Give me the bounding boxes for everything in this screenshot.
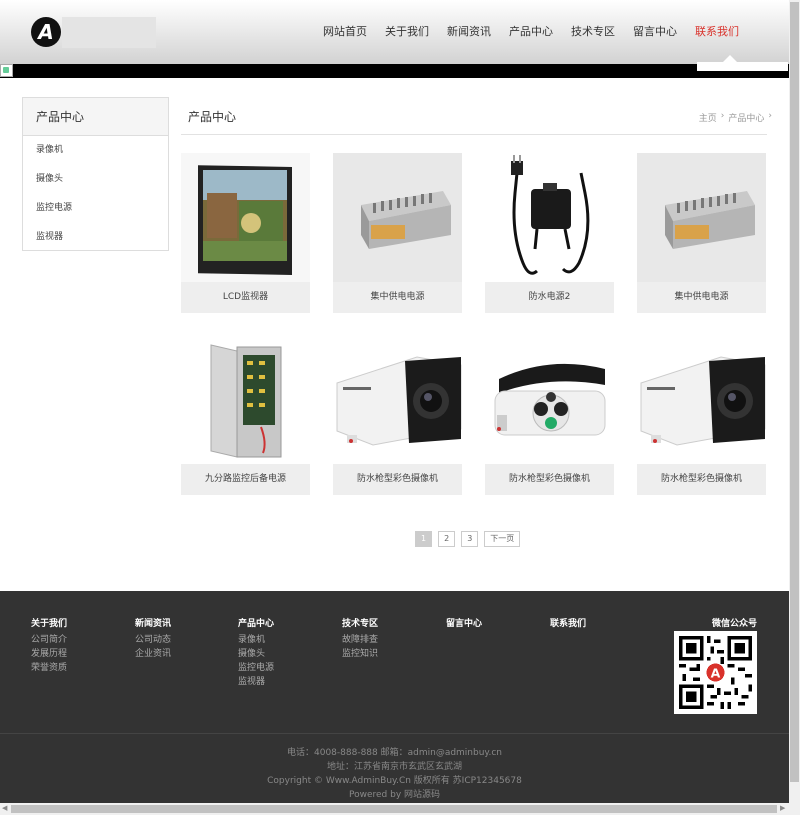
footer-link[interactable]: 监控电源 (238, 661, 274, 675)
scroll-left-icon[interactable]: ◀ (2, 804, 7, 812)
sidebar-item-recorder[interactable]: 录像机 (23, 136, 168, 165)
broken-image-icon (0, 64, 13, 77)
product-name: 九分路监控后备电源 (181, 464, 310, 495)
footer-col-tech: 技术专区 故障排查 监控知识 (342, 616, 378, 661)
vertical-scroll-thumb[interactable] (790, 2, 799, 782)
product-card[interactable]: 九分路监控后备电源 (181, 335, 310, 495)
horizontal-scrollbar[interactable]: ◀ ▶ (0, 803, 800, 815)
wechat-label: 微信公众号 (712, 619, 758, 629)
product-name: 防水枪型彩色摄像机 (637, 464, 766, 495)
product-name: 防水枪型彩色摄像机 (333, 464, 462, 495)
adapter-image (485, 153, 614, 282)
product-card[interactable]: 防水枪型彩色摄像机 (637, 335, 766, 495)
footer-col-title[interactable]: 技术专区 (342, 616, 378, 629)
power-supply-image (333, 153, 462, 282)
page-1-button[interactable]: 1 (415, 531, 433, 547)
bullet-camera-image (637, 335, 766, 464)
horizontal-scroll-thumb[interactable] (11, 805, 777, 813)
footer-col-title[interactable]: 联系我们 (550, 616, 586, 629)
breadcrumb: 主页 › 产品中心 › (699, 111, 772, 124)
sidebar-item-monitor[interactable]: 监视器 (23, 223, 168, 252)
footer-link[interactable]: 企业资讯 (135, 647, 171, 661)
nav-item-news[interactable]: 新闻资讯 (438, 0, 500, 64)
product-card[interactable]: 集中供电电源 (333, 153, 462, 313)
footer-col-title[interactable]: 关于我们 (31, 616, 67, 629)
monitor-image (181, 153, 310, 282)
nav-item-tech[interactable]: 技术专区 (562, 0, 624, 64)
logo-letter: A (38, 20, 54, 44)
main-nav: 网站首页 关于我们 新闻资讯 产品中心 技术专区 留言中心 联系我们 (314, 0, 748, 64)
product-card[interactable]: 集中供电电源 (637, 153, 766, 313)
footer-link[interactable]: 公司简介 (31, 633, 67, 647)
product-name: 防水电源2 (485, 282, 614, 313)
footer-address: 地址：江苏省南京市玄武区玄武湖 (326, 762, 462, 772)
product-name: 防水枪型彩色摄像机 (485, 464, 614, 495)
footer-copyright: Copyright © Www.AdminBuy.Cn 版权所有 苏ICP123… (267, 776, 522, 786)
footer-col-about: 关于我们 公司简介 发展历程 荣誉资质 (31, 616, 67, 675)
breadcrumb-products[interactable]: 产品中心 (728, 111, 764, 124)
chevron-right-icon: › (768, 111, 772, 121)
nav-active-arrow (723, 55, 737, 62)
sidebar-item-power[interactable]: 监控电源 (23, 194, 168, 223)
footer-link[interactable]: 监视器 (238, 675, 274, 689)
product-name: 集中供电电源 (333, 282, 462, 313)
product-card[interactable]: LCD监视器 (181, 153, 310, 313)
qr-logo-letter: A (711, 665, 721, 680)
chevron-right-icon: › (720, 111, 725, 121)
nav-item-products[interactable]: 产品中心 (500, 0, 562, 64)
power-supply-image (637, 153, 766, 282)
product-name: LCD监视器 (181, 282, 310, 313)
nav-item-home[interactable]: 网站首页 (314, 0, 376, 64)
product-card[interactable]: 防水枪型彩色摄像机 (485, 335, 614, 495)
ir-bullet-camera-image (485, 335, 614, 464)
footer-link[interactable]: 录像机 (238, 633, 274, 647)
nav-active-tab (697, 62, 788, 71)
footer-col-title[interactable]: 新闻资讯 (135, 616, 171, 629)
sidebar-title: 产品中心 (23, 98, 168, 136)
footer-col-news: 新闻资讯 公司动态 企业资讯 (135, 616, 171, 661)
breadcrumb-home[interactable]: 主页 (699, 111, 717, 124)
site-header: A 网站首页 关于我们 新闻资讯 产品中心 技术专区 留言中心 联系我们 (0, 0, 789, 64)
footer-divider (0, 733, 789, 734)
cabinet-image (181, 335, 310, 464)
footer-link[interactable]: 发展历程 (31, 647, 67, 661)
footer-contact: 电话：4008-888-888 邮箱：admin@adminbuy.cn (287, 748, 502, 758)
pagination: 1 2 3 下一页 (415, 531, 521, 547)
nav-item-message[interactable]: 留言中心 (624, 0, 686, 64)
footer-col-contact: 联系我们 (550, 616, 586, 633)
footer-link[interactable]: 监控知识 (342, 647, 378, 661)
footer-col-message: 留言中心 (446, 616, 482, 633)
footer-link[interactable]: 摄像头 (238, 647, 274, 661)
footer-col-title[interactable]: 留言中心 (446, 616, 482, 629)
page-3-button[interactable]: 3 (461, 531, 479, 547)
sidebar-item-camera[interactable]: 摄像头 (23, 165, 168, 194)
footer-col-products: 产品中心 录像机 摄像头 监控电源 监视器 (238, 616, 274, 689)
logo-icon[interactable]: A (31, 17, 61, 47)
vertical-scrollbar[interactable] (789, 0, 800, 803)
product-card[interactable]: 防水电源2 (485, 153, 614, 313)
nav-item-contact[interactable]: 联系我们 (686, 0, 748, 64)
logo-name-placeholder (62, 17, 156, 48)
footer-link[interactable]: 荣誉资质 (31, 661, 67, 675)
title-divider (181, 134, 767, 135)
bullet-camera-image (333, 335, 462, 464)
footer-link[interactable]: 公司动态 (135, 633, 171, 647)
footer-link[interactable]: 故障排查 (342, 633, 378, 647)
product-name: 集中供电电源 (637, 282, 766, 313)
qr-code-icon: A (674, 631, 757, 714)
scroll-right-icon[interactable]: ▶ (780, 804, 785, 812)
nav-item-about[interactable]: 关于我们 (376, 0, 438, 64)
footer-info: 电话：4008-888-888 邮箱：admin@adminbuy.cn 地址：… (0, 746, 789, 802)
page-2-button[interactable]: 2 (438, 531, 456, 547)
product-card[interactable]: 防水枪型彩色摄像机 (333, 335, 462, 495)
footer-col-title[interactable]: 产品中心 (238, 616, 274, 629)
sidebar: 产品中心 录像机 摄像头 监控电源 监视器 (22, 97, 169, 251)
page-title: 产品中心 (188, 110, 237, 124)
next-page-button[interactable]: 下一页 (484, 531, 521, 547)
footer-powered[interactable]: Powered by 网站源码 (0, 788, 789, 802)
banner-strip (0, 64, 789, 78)
